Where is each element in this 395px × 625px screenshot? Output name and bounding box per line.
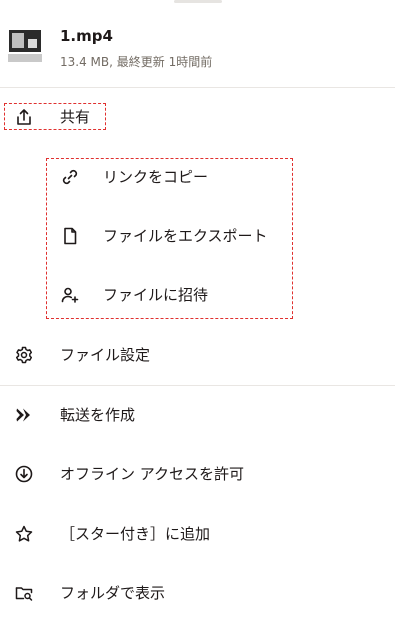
star-icon [14,524,34,544]
share-highlight-box [4,103,106,130]
offline-download-icon [14,464,34,484]
file-name: 1.mp4 [60,27,113,45]
file-settings-label: ファイル設定 [60,346,151,364]
menu-item-add-star[interactable]: ［スター付き］に追加 [0,506,395,562]
menu-item-file-settings[interactable]: ファイル設定 [0,327,395,383]
gear-icon [14,345,34,365]
folder-search-icon [14,583,34,603]
share-submenu-highlight-box [46,158,293,319]
sheet-grab-handle[interactable] [174,0,222,3]
create-transfer-label: 転送を作成 [60,406,136,424]
menu-item-create-transfer[interactable]: 転送を作成 [0,387,395,443]
add-star-label: ［スター付き］に追加 [60,525,211,543]
transfer-icon [14,405,34,425]
video-thumbnail [8,30,42,62]
show-in-folder-label: フォルダで表示 [60,584,166,602]
menu-item-offline-access[interactable]: オフライン アクセスを許可 [0,446,395,502]
file-header: 1.mp4 13.4 MB, 最終更新 1時間前 [0,18,395,78]
divider [0,87,395,88]
file-meta: 13.4 MB, 最終更新 1時間前 [60,55,213,69]
menu-item-show-in-folder[interactable]: フォルダで表示 [0,565,395,621]
divider [0,385,395,386]
offline-access-label: オフライン アクセスを許可 [60,465,245,483]
